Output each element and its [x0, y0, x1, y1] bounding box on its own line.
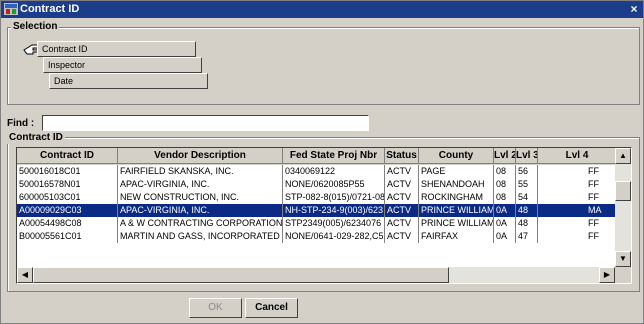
table-row[interactable]: 600005103C01 NEW CONSTRUCTION, INC. STP-08…: [17, 191, 617, 204]
table-cell: SHENANDOAH: [419, 178, 494, 191]
table-cell: ACTV: [385, 191, 419, 204]
table-row[interactable]: 500016578N01 APAC-VIRGINIA, INC. NONE/0620…: [17, 178, 617, 191]
scroll-right-icon[interactable]: ▶: [599, 267, 615, 283]
table-cell: PRINCE WILLIAM: [421, 217, 494, 230]
table-cell: 0A: [494, 217, 516, 230]
table-cell: FF: [588, 218, 599, 228]
table-cell: ACTV: [385, 217, 419, 230]
scrollbar-corner: [615, 267, 631, 283]
table-cell: FAIRFIELD SKANSKA, INC.: [118, 165, 283, 178]
column-header[interactable]: Lvl 4: [538, 148, 617, 164]
table-cell: A & W CONTRACTING CORPORATION: [120, 217, 283, 230]
table-row[interactable]: A00054498C08 A & W CONTRACTING CORPORATIO…: [17, 217, 617, 230]
scroll-down-icon[interactable]: ▼: [615, 251, 631, 267]
column-header[interactable]: Lvl 3: [516, 148, 538, 164]
table-cell: 0A: [494, 230, 516, 243]
find-input[interactable]: [42, 115, 369, 131]
selection-label: Selection: [11, 21, 60, 33]
scroll-up-icon[interactable]: ▲: [615, 148, 631, 164]
table-cell: MA: [588, 205, 602, 215]
table-cell: 48: [516, 217, 538, 230]
title-bar: Contract ID ×: [1, 1, 643, 18]
contract-id-dialog: Contract ID × Selection Contract ID Insp…: [0, 0, 644, 324]
table-cell: NONE/0620085P55: [283, 178, 385, 191]
cancel-button[interactable]: Cancel: [245, 298, 298, 318]
column-header[interactable]: Status: [385, 148, 419, 164]
table-cell: 56: [516, 165, 538, 178]
table-cell: 48: [516, 204, 538, 217]
table-cell: 500016018C01: [17, 165, 118, 178]
table-cell: PAGE: [419, 165, 494, 178]
table-cell: 500016578N01: [17, 178, 118, 191]
horizontal-scroll-thumb[interactable]: [33, 267, 449, 283]
column-header[interactable]: County: [419, 148, 494, 164]
table-cell: A00009029C03: [17, 204, 118, 217]
tree-item-contract-id[interactable]: Contract ID: [37, 41, 196, 57]
table-cell: 54: [516, 191, 538, 204]
table-cell: FF: [588, 179, 599, 189]
table-cell: B00005561C01: [17, 230, 118, 243]
table-cell: ROCKINGHAM: [419, 191, 494, 204]
table-cell: NEW CONSTRUCTION, INC.: [118, 191, 283, 204]
table-cell: STP-082-8(015)/0721-08: [285, 191, 385, 204]
table-row[interactable]: A00009029C03 APAC-VIRGINIA, INC. NH-STP-23…: [17, 204, 617, 217]
table-cell: APAC-VIRGINIA, INC.: [118, 204, 283, 217]
table-cell: FF: [588, 231, 599, 241]
contract-grid: Contract ID Vendor Description Fed State P…: [16, 147, 632, 284]
table-cell: APAC-VIRGINIA, INC.: [118, 178, 283, 191]
scroll-left-icon[interactable]: ◀: [17, 267, 33, 283]
table-cell: 08: [494, 191, 516, 204]
table-cell: ACTV: [385, 204, 419, 217]
table-cell: FF: [588, 166, 599, 176]
vertical-scrollbar[interactable]: ▲ ▼: [615, 148, 631, 267]
table-cell: NH-STP-234-9(003)/623: [285, 204, 385, 217]
table-cell: 55: [516, 178, 538, 191]
table-cell: 08: [494, 165, 516, 178]
table-cell: ACTV: [385, 165, 419, 178]
find-label: Find :: [7, 118, 35, 129]
vertical-scroll-thumb[interactable]: [615, 181, 631, 201]
table-cell: FAIRFAX: [419, 230, 494, 243]
table-cell: FF: [588, 192, 599, 202]
app-icon: [4, 3, 18, 15]
table-row[interactable]: B00005561C01 MARTIN AND GASS, INCORPORATE…: [17, 230, 617, 243]
table-cell: 600005103C01: [17, 191, 118, 204]
close-icon[interactable]: ×: [627, 2, 641, 16]
table-cell: PRINCE WILLIAM: [421, 204, 494, 217]
column-header[interactable]: Lvl 2: [494, 148, 516, 164]
contract-list-label: Contract ID: [7, 132, 65, 144]
table-cell: 47: [516, 230, 538, 243]
table-row[interactable]: 500016018C01 FAIRFIELD SKANSKA, INC. 03400…: [17, 165, 617, 178]
window-title: Contract ID: [20, 3, 80, 15]
table-cell: ACTV: [385, 230, 419, 243]
tree-item-date[interactable]: Date: [49, 73, 208, 89]
table-cell: STP2349(005)/6234076: [283, 217, 385, 230]
column-header[interactable]: Fed State Proj Nbr: [283, 148, 385, 164]
table-cell: A00054498C08: [17, 217, 118, 230]
table-cell: MARTIN AND GASS, INCORPORATED: [118, 230, 283, 243]
horizontal-scrollbar[interactable]: ◀ ▶: [17, 267, 615, 283]
ok-button[interactable]: OK: [189, 298, 242, 318]
column-header[interactable]: Contract ID: [17, 148, 118, 164]
grid-header: Contract ID Vendor Description Fed State P…: [17, 148, 617, 165]
table-cell: NONE/0641-029-282,C5: [285, 230, 385, 243]
table-cell: 0A: [494, 204, 516, 217]
table-cell: 08: [494, 178, 516, 191]
table-cell: ACTV: [385, 178, 419, 191]
tree-item-inspector[interactable]: Inspector: [43, 57, 202, 73]
table-cell: 0340069122: [283, 165, 385, 178]
column-header[interactable]: Vendor Description: [118, 148, 283, 164]
